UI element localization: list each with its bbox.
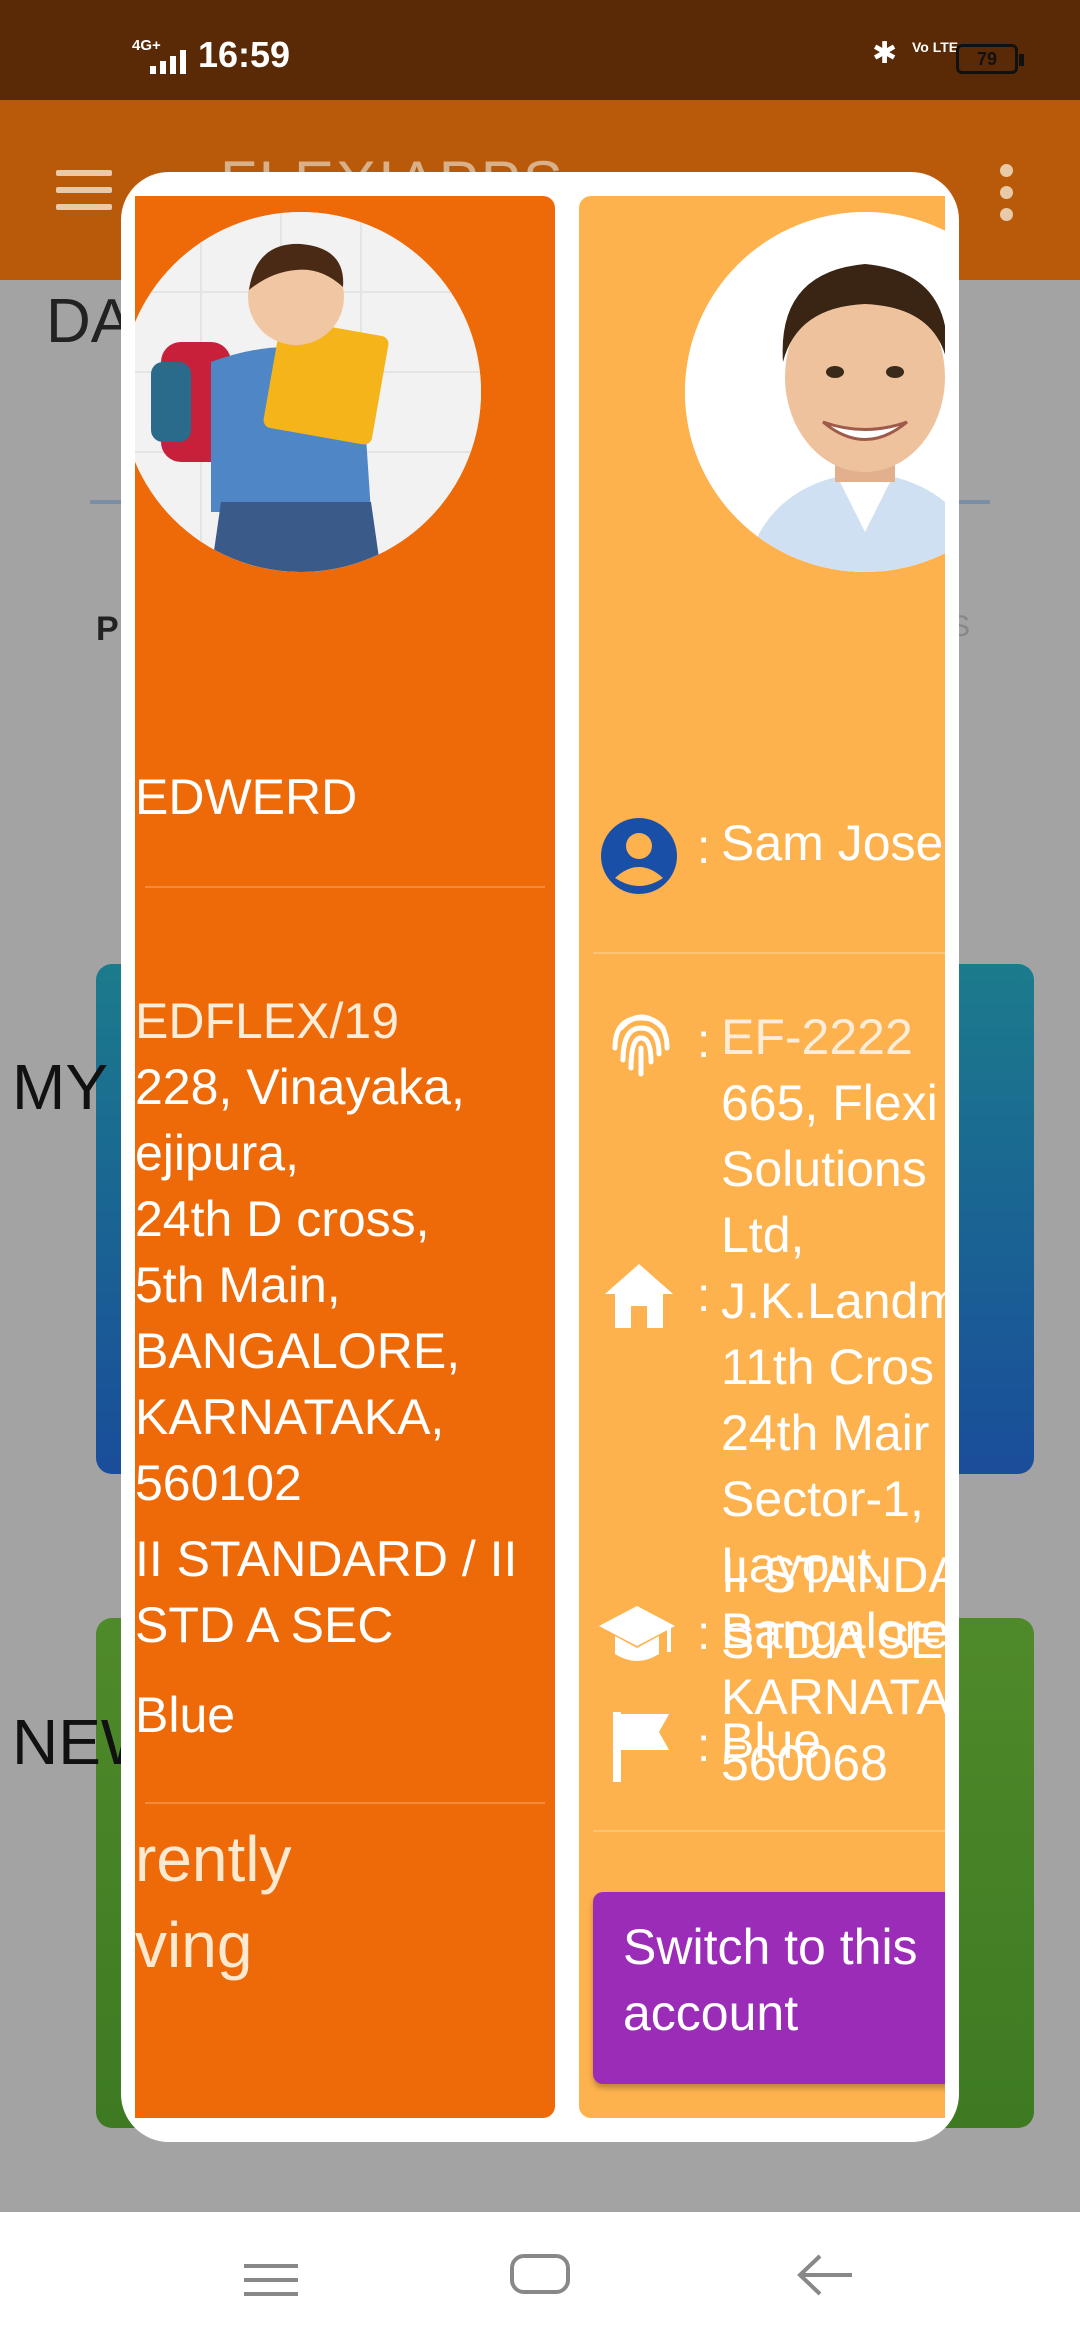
profile-id: EF-2222 — [721, 1009, 913, 1065]
student-photo — [135, 212, 481, 572]
separator-colon: : — [697, 1607, 711, 1660]
profile-house: Blue — [135, 1687, 236, 1743]
section-heading-da: DA — [46, 287, 133, 356]
profile-name: Sam Josep — [721, 815, 945, 871]
overflow-menu-icon[interactable] — [1000, 164, 1014, 230]
graduation-cap-icon — [599, 1606, 675, 1661]
profile-card-current[interactable]: EDWERD EDFLEX/19 228, Vinayaka, ejipura,… — [135, 196, 555, 2118]
currently-viewing-label: rently ving — [135, 1823, 292, 1981]
home-icon[interactable] — [510, 2254, 570, 2294]
account-switcher-dialog: EDWERD EDFLEX/19 228, Vinayaka, ejipura,… — [121, 172, 959, 2142]
profile-house: Blue — [721, 1713, 822, 1769]
profile-name: EDWERD — [135, 769, 358, 825]
avatar — [135, 212, 481, 572]
switch-account-button[interactable]: Switch to this account — [593, 1892, 945, 2084]
system-nav-bar — [0, 2212, 1080, 2340]
separator-colon: : — [697, 1015, 711, 1068]
clock: 16:59 — [198, 34, 291, 75]
profile-id: EDFLEX/19 — [135, 993, 400, 1049]
recent-apps-icon[interactable] — [244, 2264, 298, 2306]
flag-icon — [613, 1712, 669, 1782]
bluetooth-icon: ✱ — [872, 37, 898, 70]
profile-class: II STANDARD / II STD A SEC — [135, 1531, 518, 1653]
person-icon — [601, 818, 677, 894]
divider — [145, 1802, 545, 1804]
tab-p[interactable]: P — [96, 610, 119, 649]
divider — [145, 886, 545, 888]
separator-colon: : — [697, 1269, 711, 1322]
section-heading-my: MY — [12, 1051, 108, 1123]
profile-class: II STANDA STD A SEC — [721, 1547, 945, 1669]
parent-photo — [685, 212, 945, 572]
profile-address: 228, Vinayaka, ejipura, 24th D cross, 5t… — [135, 1059, 465, 1511]
divider — [593, 1830, 945, 1832]
avatar — [685, 212, 945, 572]
back-icon[interactable] — [796, 2252, 856, 2298]
home-address-icon — [605, 1264, 673, 1328]
fingerprint-icon — [612, 1014, 670, 1077]
hamburger-menu-icon[interactable] — [56, 170, 112, 210]
volte-indicator: Vo LTE — [912, 39, 959, 55]
signal-icon — [150, 50, 186, 74]
battery-level: 79 — [976, 49, 998, 69]
separator-colon: : — [697, 1719, 711, 1772]
divider — [593, 952, 945, 954]
profile-carousel[interactable]: EDWERD EDFLEX/19 228, Vinayaka, ejipura,… — [135, 196, 945, 2118]
status-bar: 4G+ 16:59 ✱ Vo LTE 79 — [0, 0, 1080, 100]
profile-card-other[interactable]: : Sam Josep : EF-2222 : 665, Flexi So — [579, 196, 945, 2118]
separator-colon: : — [697, 821, 711, 874]
battery-icon: 79 — [956, 44, 1024, 74]
profile-address: 665, Flexi Solutions Ltd, J.K.Landm 11th… — [721, 1075, 945, 1791]
